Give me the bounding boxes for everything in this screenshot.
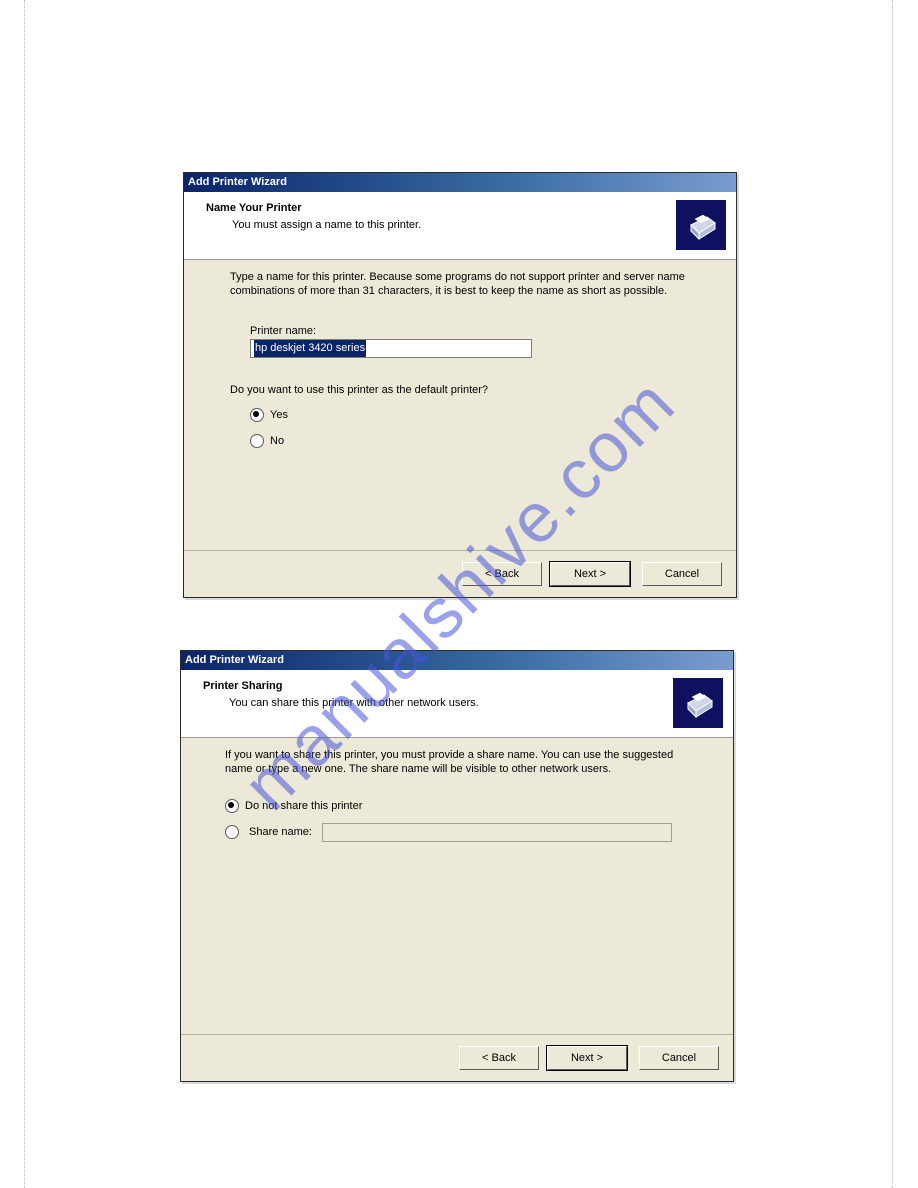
cancel-button[interactable]: Cancel [642,562,722,586]
printer-icon [673,678,723,728]
dialog-header: Name Your Printer You must assign a name… [184,192,736,260]
dialog-body: If you want to share this printer, you m… [181,739,733,1033]
radio-do-not-share-label: Do not share this printer [245,800,362,812]
radio-yes-label: Yes [270,409,288,421]
printer-name-input[interactable]: hp deskjet 3420 series [250,339,532,358]
dialog-footer: < Back Next > Cancel [184,550,736,597]
radio-share-row[interactable]: Share name: [225,823,687,842]
default-printer-question: Do you want to use this printer as the d… [230,384,690,396]
dialog-title: Add Printer Wizard [181,651,733,670]
radio-yes-row[interactable]: Yes [250,408,690,422]
dialog-printer-sharing: Add Printer Wizard Printer Sharing You c… [180,650,734,1082]
instruction-text: If you want to share this printer, you m… [225,749,687,777]
dialog-footer: < Back Next > Cancel [181,1034,733,1081]
radio-no-row[interactable]: No [250,434,690,448]
next-button[interactable]: Next > [550,562,630,586]
dialog-name-printer: Add Printer Wizard Name Your Printer You… [183,172,737,598]
next-button[interactable]: Next > [547,1046,627,1070]
radio-no-label: No [270,435,284,447]
radio-do-not-share[interactable] [225,799,239,813]
header-title: Name Your Printer [206,202,302,214]
share-name-input[interactable] [322,823,672,842]
dialog-body: Type a name for this printer. Because so… [184,261,736,549]
radio-share-label: Share name: [249,826,312,838]
header-subtitle: You must assign a name to this printer. [232,219,421,231]
printer-name-value: hp deskjet 3420 series [254,340,366,357]
header-subtitle: You can share this printer with other ne… [229,697,479,709]
radio-share[interactable] [225,825,239,839]
cancel-button[interactable]: Cancel [639,1046,719,1070]
dialog-header: Printer Sharing You can share this print… [181,670,733,738]
header-title: Printer Sharing [203,680,282,692]
back-button[interactable]: < Back [462,562,542,586]
radio-do-not-share-row[interactable]: Do not share this printer [225,799,687,813]
printer-name-label: Printer name: [250,325,690,337]
printer-icon [676,200,726,250]
back-button[interactable]: < Back [459,1046,539,1070]
instruction-text: Type a name for this printer. Because so… [230,271,690,299]
dialog-title: Add Printer Wizard [184,173,736,192]
radio-yes[interactable] [250,408,264,422]
radio-no[interactable] [250,434,264,448]
